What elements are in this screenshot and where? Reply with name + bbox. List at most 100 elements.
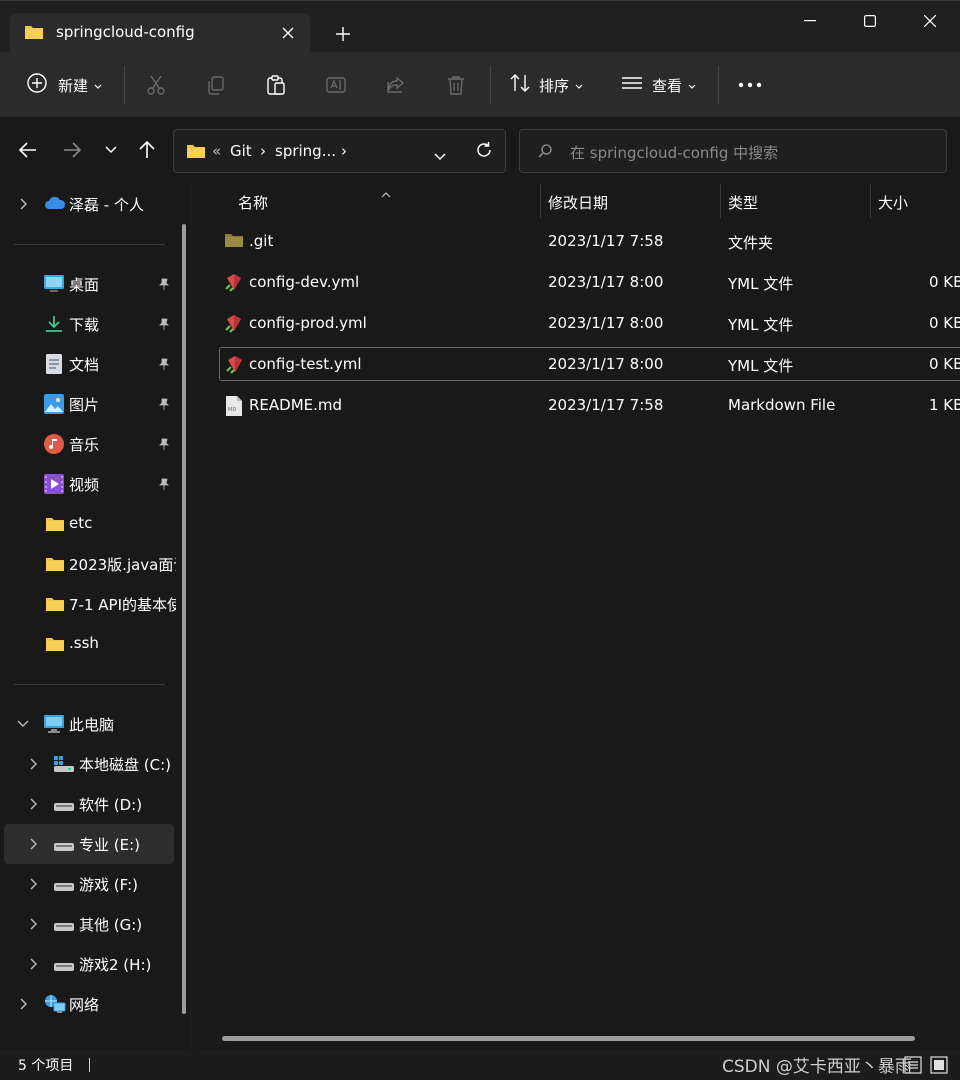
delete-icon[interactable] — [445, 72, 467, 98]
file-modified: 2023/1/17 7:58 — [548, 396, 664, 414]
sidebar-label: 下载 — [69, 316, 100, 334]
pin-icon — [156, 436, 172, 452]
sidebar-item-etc[interactable]: etc — [0, 504, 176, 544]
breadcrumb-springcloud[interactable]: spring... — [275, 142, 336, 160]
sort-button[interactable]: 排序 — [509, 72, 583, 98]
pin-icon — [156, 356, 172, 372]
window-tab[interactable]: springcloud-config — [10, 13, 310, 53]
copy-icon[interactable] — [205, 72, 227, 98]
expand-chevron-icon[interactable] — [26, 836, 42, 852]
sidebar-item-drive-g[interactable]: 其他 (G:) — [0, 904, 176, 944]
details-view-icon[interactable] — [904, 1056, 922, 1078]
file-row[interactable]: config-prod.yml 2023/1/17 8:00 YML 文件 0 … — [219, 307, 960, 341]
videos-icon — [44, 474, 64, 498]
file-name: config-test.yml — [249, 355, 362, 373]
title-bar: springcloud-config — [0, 0, 960, 53]
paste-icon[interactable] — [265, 72, 287, 98]
sidebar-item-drive-e[interactable]: 专业 (E:) — [4, 824, 174, 864]
rename-icon[interactable] — [325, 72, 347, 98]
view-icon — [621, 72, 643, 98]
column-header-name[interactable]: 名称 — [238, 184, 268, 218]
navigation-pane: 泽磊 - 个人 桌面 下载 文档 图片 音乐 视频 etc 2023版.java… — [0, 184, 190, 1050]
sidebar-item-documents[interactable]: 文档 — [0, 344, 176, 384]
sidebar-item-drive-d[interactable]: 软件 (D:) — [0, 784, 176, 824]
minimize-icon[interactable] — [780, 5, 840, 37]
new-icon — [26, 72, 48, 98]
folder-icon — [45, 636, 65, 656]
column-header-type[interactable]: 类型 — [728, 184, 758, 218]
column-header-modified[interactable]: 修改日期 — [548, 184, 608, 218]
sidebar-item-this-pc[interactable]: 此电脑 — [0, 704, 176, 744]
column-divider[interactable] — [540, 184, 541, 218]
folder-icon — [224, 232, 244, 252]
search-placeholder[interactable]: 在 springcloud-config 中搜索 — [570, 142, 778, 163]
more-icon[interactable] — [738, 72, 762, 98]
sidebar-item-network[interactable]: 网络 — [0, 984, 176, 1024]
address-dropdown-icon[interactable] — [434, 147, 446, 165]
file-row[interactable]: .git 2023/1/17 7:58 文件夹 — [219, 225, 960, 259]
sidebar-item-drive-h[interactable]: 游戏2 (H:) — [0, 944, 176, 984]
column-divider[interactable] — [720, 184, 721, 218]
search-icon — [538, 144, 552, 162]
file-name: .git — [249, 232, 274, 250]
overflow-crumbs[interactable]: « — [212, 142, 221, 160]
sidebar-item-ssh[interactable]: .ssh — [0, 624, 176, 664]
folder-icon — [24, 24, 44, 44]
toolbar-divider — [718, 66, 719, 104]
recent-chevron-icon[interactable] — [97, 136, 125, 164]
yml-file-icon — [224, 314, 244, 338]
file-row[interactable]: MD README.md 2023/1/17 7:58 Markdown Fil… — [219, 389, 960, 423]
sidebar-item-onedrive[interactable]: 泽磊 - 个人 — [0, 184, 176, 224]
column-header-size[interactable]: 大小 — [878, 184, 908, 218]
new-button[interactable]: 新建 — [26, 72, 102, 98]
file-size: 0 KB — [929, 355, 960, 373]
sidebar-label: 此电脑 — [69, 716, 115, 734]
command-bar: 新建 排序 查看 — [0, 52, 960, 118]
sidebar-scrollbar[interactable] — [182, 224, 186, 1014]
navigation-bar: « Git › spring... › 在 springcloud-config… — [0, 118, 960, 184]
sidebar-item-music[interactable]: 音乐 — [0, 424, 176, 464]
sidebar-item-api-basics[interactable]: 7-1 API的基本使 — [0, 584, 176, 624]
breadcrumb-git[interactable]: Git — [230, 142, 252, 160]
forward-arrow-icon[interactable] — [58, 136, 86, 164]
folder-icon — [45, 596, 65, 616]
tiles-view-icon[interactable] — [930, 1056, 948, 1078]
view-label: 查看 — [652, 76, 683, 95]
sidebar-label: 本地磁盘 (C:) — [79, 756, 171, 774]
sidebar-label: etc — [69, 514, 93, 532]
view-button[interactable]: 查看 — [621, 72, 696, 98]
address-bar[interactable]: « Git › spring... › — [173, 129, 506, 173]
file-type: Markdown File — [728, 396, 836, 414]
sidebar-item-drive-f[interactable]: 游戏 (F:) — [0, 864, 176, 904]
horizontal-scrollbar[interactable] — [222, 1036, 915, 1041]
column-divider[interactable] — [870, 184, 871, 218]
close-tab-icon[interactable] — [276, 21, 300, 45]
drive-icon — [54, 878, 74, 896]
breadcrumb-separator[interactable]: › — [341, 142, 347, 160]
sidebar-label: 图片 — [69, 396, 100, 414]
sidebar-item-pictures[interactable]: 图片 — [0, 384, 176, 424]
yml-file-icon — [225, 355, 245, 379]
refresh-icon[interactable] — [475, 141, 493, 163]
search-box[interactable]: 在 springcloud-config 中搜索 — [519, 129, 947, 173]
file-row-selected[interactable]: config-test.yml 2023/1/17 8:00 YML 文件 0 … — [219, 347, 960, 381]
new-tab-icon[interactable] — [330, 21, 356, 47]
sidebar-item-videos[interactable]: 视频 — [0, 464, 176, 504]
sidebar-item-java-interview[interactable]: 2023版.java面试 — [0, 544, 176, 584]
sidebar-item-desktop[interactable]: 桌面 — [0, 264, 176, 304]
sidebar-item-drive-c[interactable]: 本地磁盘 (C:) — [0, 744, 176, 784]
drive-icon — [54, 958, 74, 976]
drive-icon — [54, 838, 74, 856]
back-arrow-icon[interactable] — [14, 136, 42, 164]
breadcrumb-separator[interactable]: › — [260, 142, 266, 160]
maximize-icon[interactable] — [840, 5, 900, 37]
sidebar-item-downloads[interactable]: 下载 — [0, 304, 176, 344]
cut-icon[interactable] — [145, 72, 167, 98]
share-icon[interactable] — [385, 72, 407, 98]
yml-file-icon — [224, 273, 244, 297]
up-arrow-icon[interactable] — [133, 136, 161, 164]
sort-ascending-icon — [381, 184, 391, 202]
window-close-icon[interactable] — [900, 5, 960, 37]
file-row[interactable]: config-dev.yml 2023/1/17 8:00 YML 文件 0 K… — [219, 266, 960, 300]
folder-icon — [45, 556, 65, 576]
